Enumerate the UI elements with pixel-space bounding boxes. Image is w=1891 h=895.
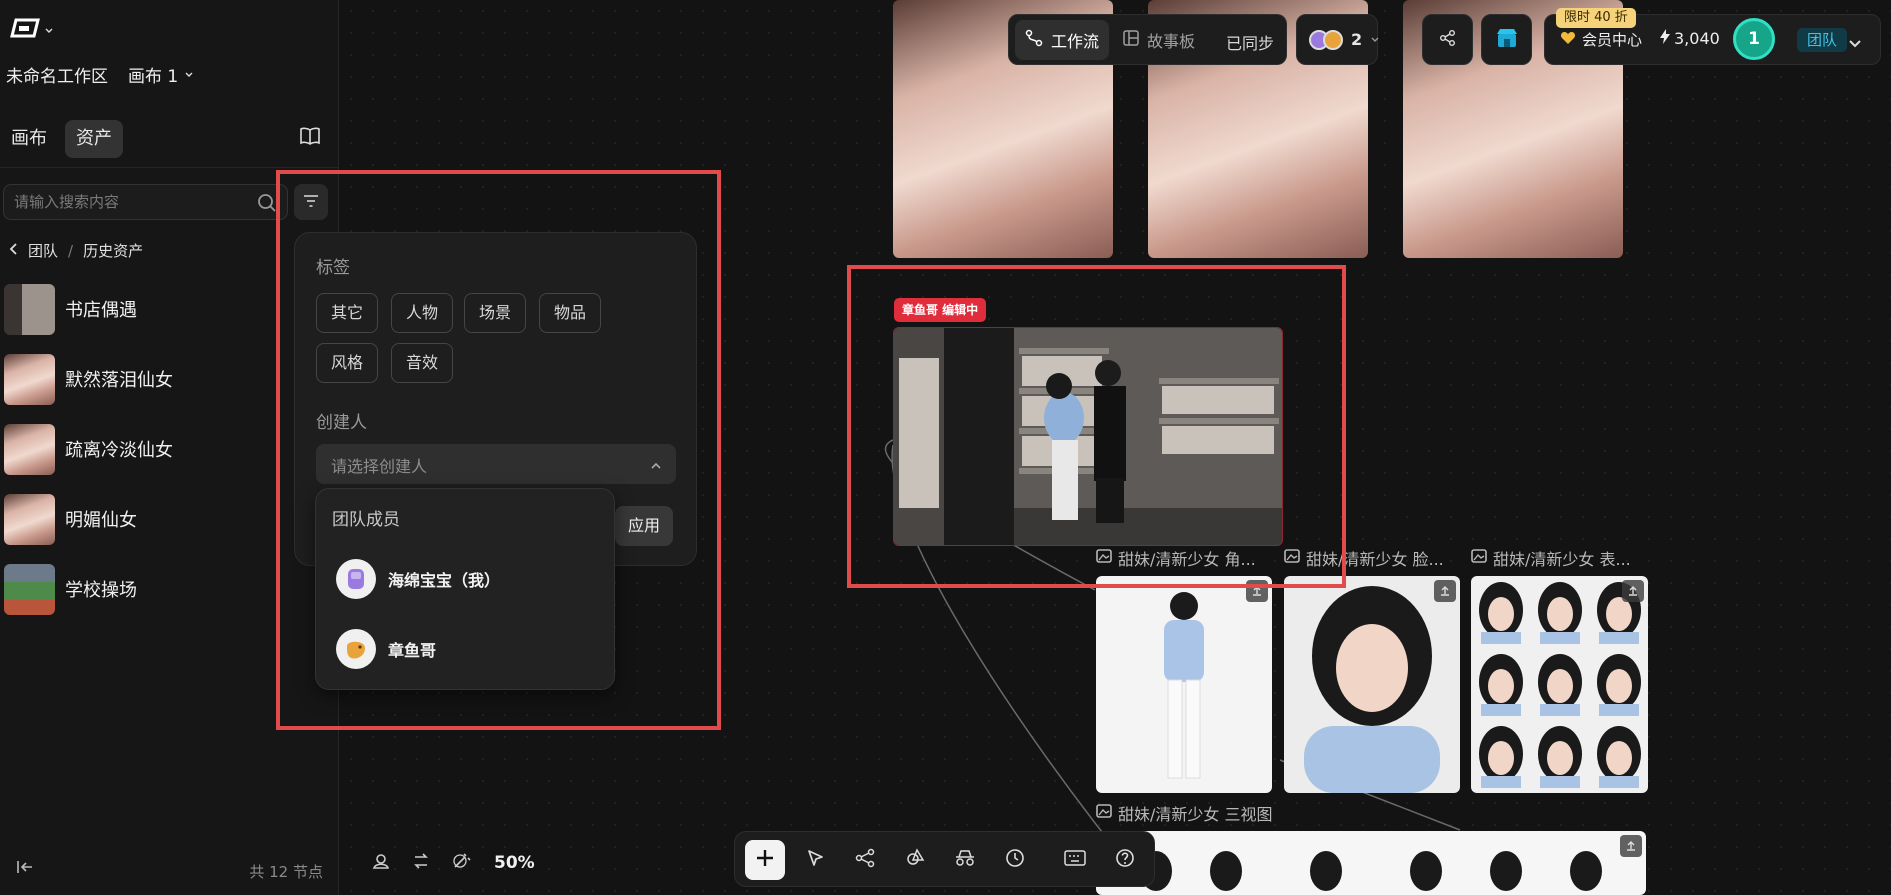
- credits: 3,040: [1660, 29, 1720, 48]
- breadcrumb-separator: /: [68, 241, 74, 260]
- search-icon[interactable]: [257, 193, 277, 217]
- chevron-down-icon: [184, 65, 194, 85]
- member-center-link[interactable]: 会员中心: [1560, 29, 1642, 50]
- select-tool-button[interactable]: [795, 840, 835, 880]
- asset-name: 疏离冷淡仙女: [65, 440, 173, 461]
- heart-icon: [1560, 30, 1576, 49]
- mode-switcher: 工作流 故事板: [1008, 14, 1232, 65]
- search-box: [3, 184, 288, 220]
- share-icon: [1439, 29, 1457, 51]
- storyboard-icon: [1123, 29, 1139, 50]
- book-icon[interactable]: [299, 126, 321, 150]
- asset-thumbnail: [4, 283, 55, 335]
- workspace-row: 未命名工作区 画布 1: [6, 62, 194, 87]
- nodes-icon: [855, 848, 875, 872]
- cursor-icon: [805, 848, 825, 872]
- three-view-image[interactable]: [1096, 831, 1646, 895]
- export-icon[interactable]: [1620, 835, 1642, 857]
- caption-three-view: 甜妹/清新少女 三视图: [1096, 801, 1272, 825]
- asset-thumbnail: [4, 423, 55, 475]
- plus-icon: [754, 847, 776, 873]
- asset-name: 默然落泪仙女: [65, 370, 173, 391]
- promo-badge: 限时 40 折: [1556, 8, 1636, 28]
- zoom-level[interactable]: 50%: [494, 853, 535, 873]
- tab-storyboard[interactable]: 故事板: [1113, 20, 1205, 60]
- tab-assets[interactable]: 资产: [65, 120, 123, 158]
- workflow-icon: [1025, 29, 1043, 51]
- logo-icon: [10, 18, 40, 42]
- help-icon: [1115, 848, 1135, 872]
- avatar[interactable]: 1: [1733, 18, 1775, 60]
- shapes-tool-button[interactable]: [895, 840, 935, 880]
- keyboard-icon: [1064, 849, 1086, 871]
- person-icon[interactable]: [372, 852, 390, 874]
- canvas-view-controls: 50%: [372, 852, 535, 874]
- tab-canvas[interactable]: 画布: [0, 120, 58, 158]
- search-input[interactable]: [14, 185, 254, 219]
- breadcrumb: 团队 / 历史资产: [8, 240, 143, 261]
- keyboard-tool-button[interactable]: [1055, 840, 1095, 880]
- history-tool-button[interactable]: [995, 840, 1035, 880]
- asset-name: 明媚仙女: [65, 510, 137, 531]
- chevron-down-icon: [1370, 30, 1380, 49]
- node-count: 共 12 节点: [249, 863, 323, 881]
- chevron-down-icon: [44, 21, 54, 40]
- sidebar-tabs: 画布 资产: [0, 116, 339, 168]
- breadcrumb-team[interactable]: 团队: [28, 240, 58, 261]
- image-icon: [1096, 803, 1112, 823]
- incognito-tool-button[interactable]: [945, 840, 985, 880]
- export-icon[interactable]: [1622, 580, 1644, 602]
- store-button[interactable]: [1481, 14, 1532, 65]
- clock-icon: [1005, 848, 1025, 872]
- highlight-bookstore-node: [847, 265, 1346, 588]
- character-image[interactable]: [1096, 576, 1272, 793]
- chevron-left-icon[interactable]: [8, 242, 18, 260]
- asset-thumbnail: [4, 563, 55, 615]
- asset-thumbnail: [4, 353, 55, 405]
- help-tool-button[interactable]: [1105, 840, 1145, 880]
- image-icon: [1471, 548, 1487, 568]
- asset-name: 学校操场: [65, 580, 137, 601]
- asset-name: 书店偶遇: [65, 300, 137, 321]
- lightning-icon: [1660, 29, 1670, 48]
- tab-workflow[interactable]: 工作流: [1015, 19, 1110, 60]
- bottom-toolbar: [734, 831, 1155, 887]
- workflow-tool-button[interactable]: [845, 840, 885, 880]
- face-image[interactable]: [1284, 576, 1460, 793]
- team-badge[interactable]: 团队: [1797, 28, 1848, 52]
- expression-grid-image[interactable]: [1471, 576, 1648, 793]
- asset-thumbnail: [4, 493, 55, 545]
- sidebar-footer: 共 12 节点: [0, 845, 339, 895]
- collaborator-avatars: [1309, 29, 1343, 50]
- shapes-icon: [905, 848, 925, 872]
- workspace-name[interactable]: 未命名工作区: [6, 62, 108, 87]
- highlight-filter-panel: [276, 170, 721, 730]
- chevron-down-icon[interactable]: [1848, 34, 1862, 53]
- export-icon[interactable]: [1434, 580, 1456, 602]
- app-logo[interactable]: [10, 18, 54, 42]
- store-icon: [1496, 28, 1518, 52]
- share-button[interactable]: [1422, 14, 1473, 65]
- magic-icon[interactable]: [452, 852, 472, 874]
- incognito-icon: [954, 848, 976, 872]
- sync-status: 已同步: [1226, 34, 1275, 53]
- canvas-selector[interactable]: 画布 1: [128, 62, 194, 87]
- caption-expression: 甜妹/清新少女 表...: [1471, 546, 1631, 570]
- switch-icon[interactable]: [412, 852, 430, 874]
- collaborators[interactable]: 2: [1296, 14, 1380, 65]
- collapse-sidebar-icon[interactable]: [16, 859, 34, 879]
- breadcrumb-current: 历史资产: [83, 242, 144, 260]
- add-node-button[interactable]: [745, 840, 785, 880]
